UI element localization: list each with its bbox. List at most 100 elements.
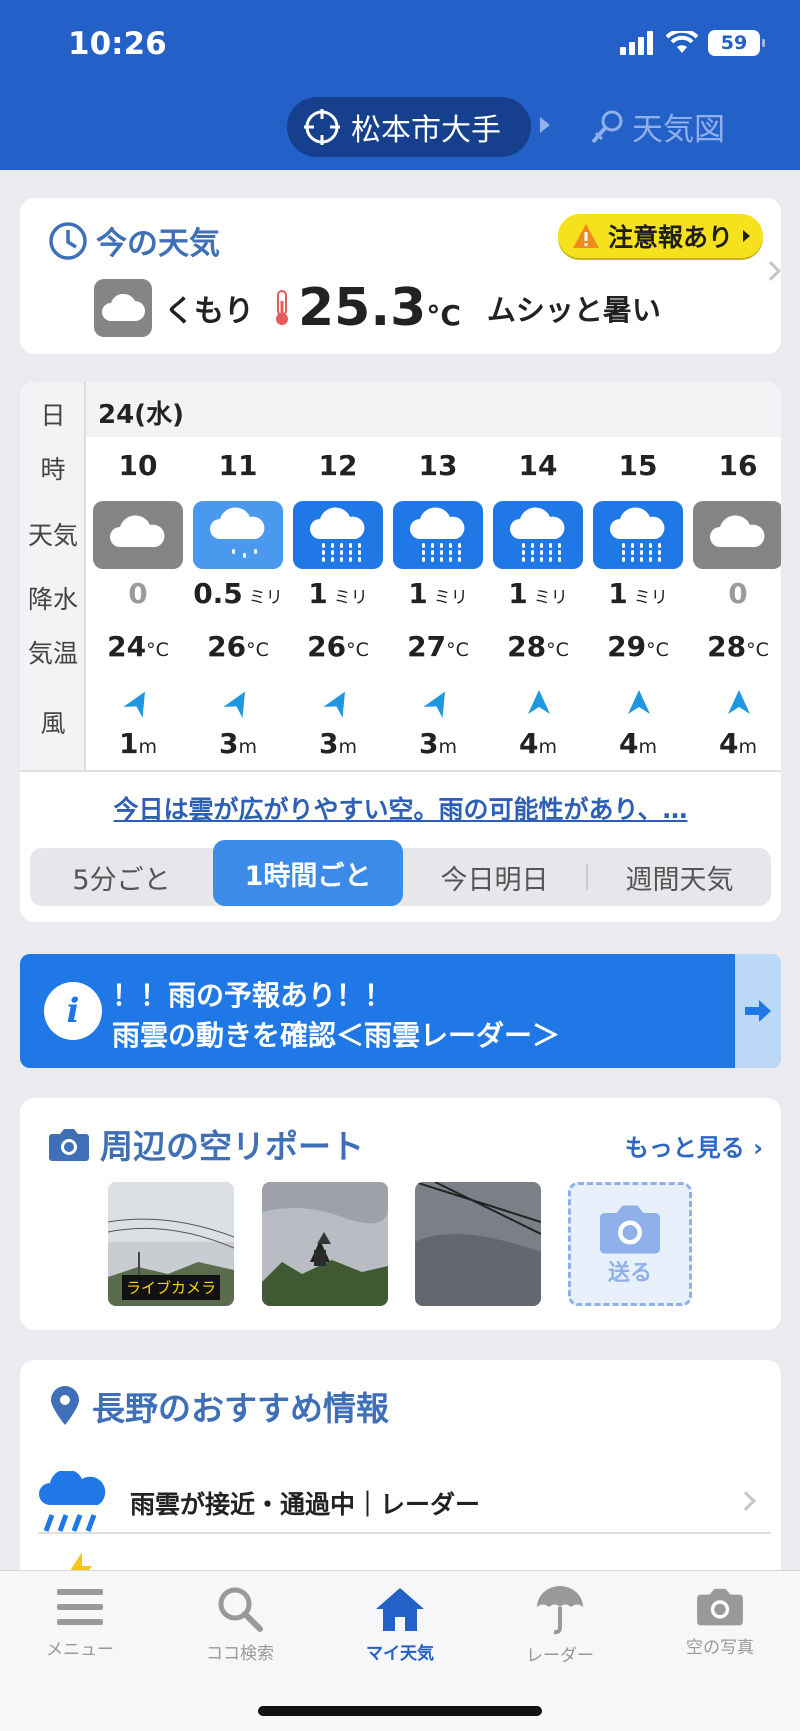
forecast-precip: 1 ミリ xyxy=(288,577,388,610)
camera-icon xyxy=(600,1205,660,1254)
forecast-row-labels: 日 時 天気 降水 気温 風 xyxy=(20,382,86,770)
row-label-hour: 時 xyxy=(40,455,66,484)
camera-icon xyxy=(697,1588,743,1626)
forecast-hour: 12 xyxy=(318,449,358,482)
tab-search[interactable]: ココ検索 xyxy=(170,1585,310,1664)
forecast-hour: 14 xyxy=(518,449,558,482)
forecast-temp-value: 27 xyxy=(407,630,447,663)
tab-weekly[interactable]: 週間天気 xyxy=(588,858,771,897)
forecast-precip-value: 1 xyxy=(308,577,328,610)
forecast-temp-value: 26 xyxy=(307,630,347,663)
tab-menu-label: メニュー xyxy=(46,1640,114,1660)
live-camera-label: ライブカメラ xyxy=(122,1275,221,1300)
wifi-icon xyxy=(666,31,698,53)
forecast-hour: 16 xyxy=(718,449,758,482)
wind-direction-icon xyxy=(323,689,352,718)
tab-today-tomorrow[interactable]: 今日明日 xyxy=(403,858,586,897)
current-weather-card[interactable]: 今の天気 注意報あり くもり 25.3 °C ムシッと暑い xyxy=(20,198,781,354)
sky-photo-3[interactable] xyxy=(415,1182,541,1306)
tab-hourly[interactable]: 1時間ごと xyxy=(213,840,403,906)
cloud-icon xyxy=(693,501,781,569)
arrow-right-icon[interactable] xyxy=(735,954,781,1068)
tab-5min[interactable]: 5分ごと xyxy=(30,858,213,897)
current-feel: ムシッと暑い xyxy=(486,293,661,327)
location-button[interactable]: 松本市大手 xyxy=(287,97,531,157)
forecast-temp: 28°C xyxy=(488,630,588,663)
send-photo-button[interactable]: 送る xyxy=(568,1182,692,1306)
row-label-wind: 風 xyxy=(40,709,66,738)
warning-badge-label: 注意報あり xyxy=(607,223,733,252)
wind-direction-icon xyxy=(626,689,652,715)
forecast-temp: 27°C xyxy=(388,630,488,663)
forecast-temp: 29°C xyxy=(588,630,688,663)
rain-cloud-icon xyxy=(39,1471,106,1532)
light-rain-icon xyxy=(193,501,283,569)
thermometer-icon xyxy=(276,290,288,325)
forecast-hour-column: 15 1 ミリ 29°C 4m xyxy=(588,437,688,767)
forecast-wind: 4m xyxy=(588,727,688,760)
send-photo-label: 送る xyxy=(607,1261,652,1286)
forecast-precip: 1 ミリ xyxy=(588,577,688,610)
wind-direction-icon xyxy=(726,689,752,715)
tab-radar[interactable]: レーダー xyxy=(490,1585,630,1666)
row-label-temp: 気温 xyxy=(27,639,78,668)
forecast-precip: 1 ミリ xyxy=(388,577,488,610)
chevron-right-icon xyxy=(736,1491,756,1511)
forecast-precip-value: 1 xyxy=(508,577,528,610)
app-header: 10:26 59 松本市大手 天気図 xyxy=(0,0,800,170)
camera-icon xyxy=(49,1129,89,1161)
status-time: 10:26 xyxy=(68,26,167,62)
cloud-icon xyxy=(93,501,183,569)
forecast-wind: 4m xyxy=(688,727,781,760)
sky-report-title: 周辺の空リポート xyxy=(48,1120,364,1168)
forecast-wind-value: 4 xyxy=(519,727,539,760)
forecast-hour-column: 10 0 24°C 1m xyxy=(88,437,188,767)
forecast-wind-unit: m xyxy=(138,736,157,758)
location-target-icon xyxy=(304,109,340,145)
row-label-weather: 天気 xyxy=(27,521,78,550)
tab-my-weather-label: マイ天気 xyxy=(366,1644,434,1664)
forecast-wind-value: 4 xyxy=(619,727,639,760)
tab-menu[interactable]: メニュー xyxy=(10,1585,150,1660)
tab-sky-photos[interactable]: 空の写真 xyxy=(650,1585,790,1658)
tab-my-weather[interactable]: マイ天気 xyxy=(330,1585,470,1664)
sky-report-card: 周辺の空リポート もっと見る › ライブカメラ 送る xyxy=(20,1098,781,1330)
forecast-hour-column: 16 0 28°C 4m xyxy=(688,437,781,767)
wind-direction-icon xyxy=(526,689,552,715)
rain-alert-banner[interactable]: i ！！雨の予報あり！！ 雨雲の動きを確認＜雨雲レーダー＞ xyxy=(20,954,781,1068)
rain-icon xyxy=(393,501,483,569)
forecast-precip-value: 0 xyxy=(128,577,148,610)
forecast-interval-tabs: 5分ごと 1時間ごと 今日明日 週間天気 xyxy=(30,840,771,906)
current-temperature-unit: °C xyxy=(426,298,461,332)
weather-map-label: 天気図 xyxy=(632,112,725,148)
forecast-temp-unit: °C xyxy=(546,639,569,661)
battery-icon: 59 xyxy=(708,30,765,56)
forecast-temp-unit: °C xyxy=(746,639,769,661)
weather-map-icon xyxy=(591,110,623,143)
forecast-temp-unit: °C xyxy=(346,639,369,661)
forecast-summary-link[interactable]: 今日は雲が広がりやすい空。雨の可能性があり、… xyxy=(20,790,781,826)
sky-photo-2[interactable] xyxy=(262,1182,388,1306)
forecast-precip: 0.5 ミリ xyxy=(188,577,288,610)
status-icons: 59 xyxy=(620,30,765,56)
forecast-temp-value: 29 xyxy=(607,630,647,663)
forecast-wind-value: 3 xyxy=(419,727,439,760)
home-indicator xyxy=(258,1706,542,1716)
tab-sky-photos-label: 空の写真 xyxy=(686,1638,754,1658)
forecast-temp: 26°C xyxy=(188,630,288,663)
warning-icon xyxy=(572,224,599,248)
more-link[interactable]: もっと見る › xyxy=(625,1128,763,1163)
forecast-temp-value: 28 xyxy=(507,630,547,663)
hourly-forecast-card: 日 時 天気 降水 気温 風 24(水) 今日は雲が広がりやすい空。雨の可能性が… xyxy=(20,382,781,922)
weather-map-link[interactable]: 天気図 xyxy=(590,104,725,149)
sky-photo-1[interactable]: ライブカメラ xyxy=(108,1182,234,1306)
forecast-date: 24(水) xyxy=(98,400,184,430)
forecast-precip-unit: ミリ xyxy=(633,588,668,608)
warning-badge[interactable]: 注意報あり xyxy=(557,214,763,258)
forecast-wind: 1m xyxy=(88,727,188,760)
divider xyxy=(38,1532,771,1534)
map-pin-icon xyxy=(51,1386,79,1425)
current-condition: くもり xyxy=(164,294,254,329)
cloud-icon xyxy=(94,279,152,337)
rain-icon xyxy=(593,501,683,569)
